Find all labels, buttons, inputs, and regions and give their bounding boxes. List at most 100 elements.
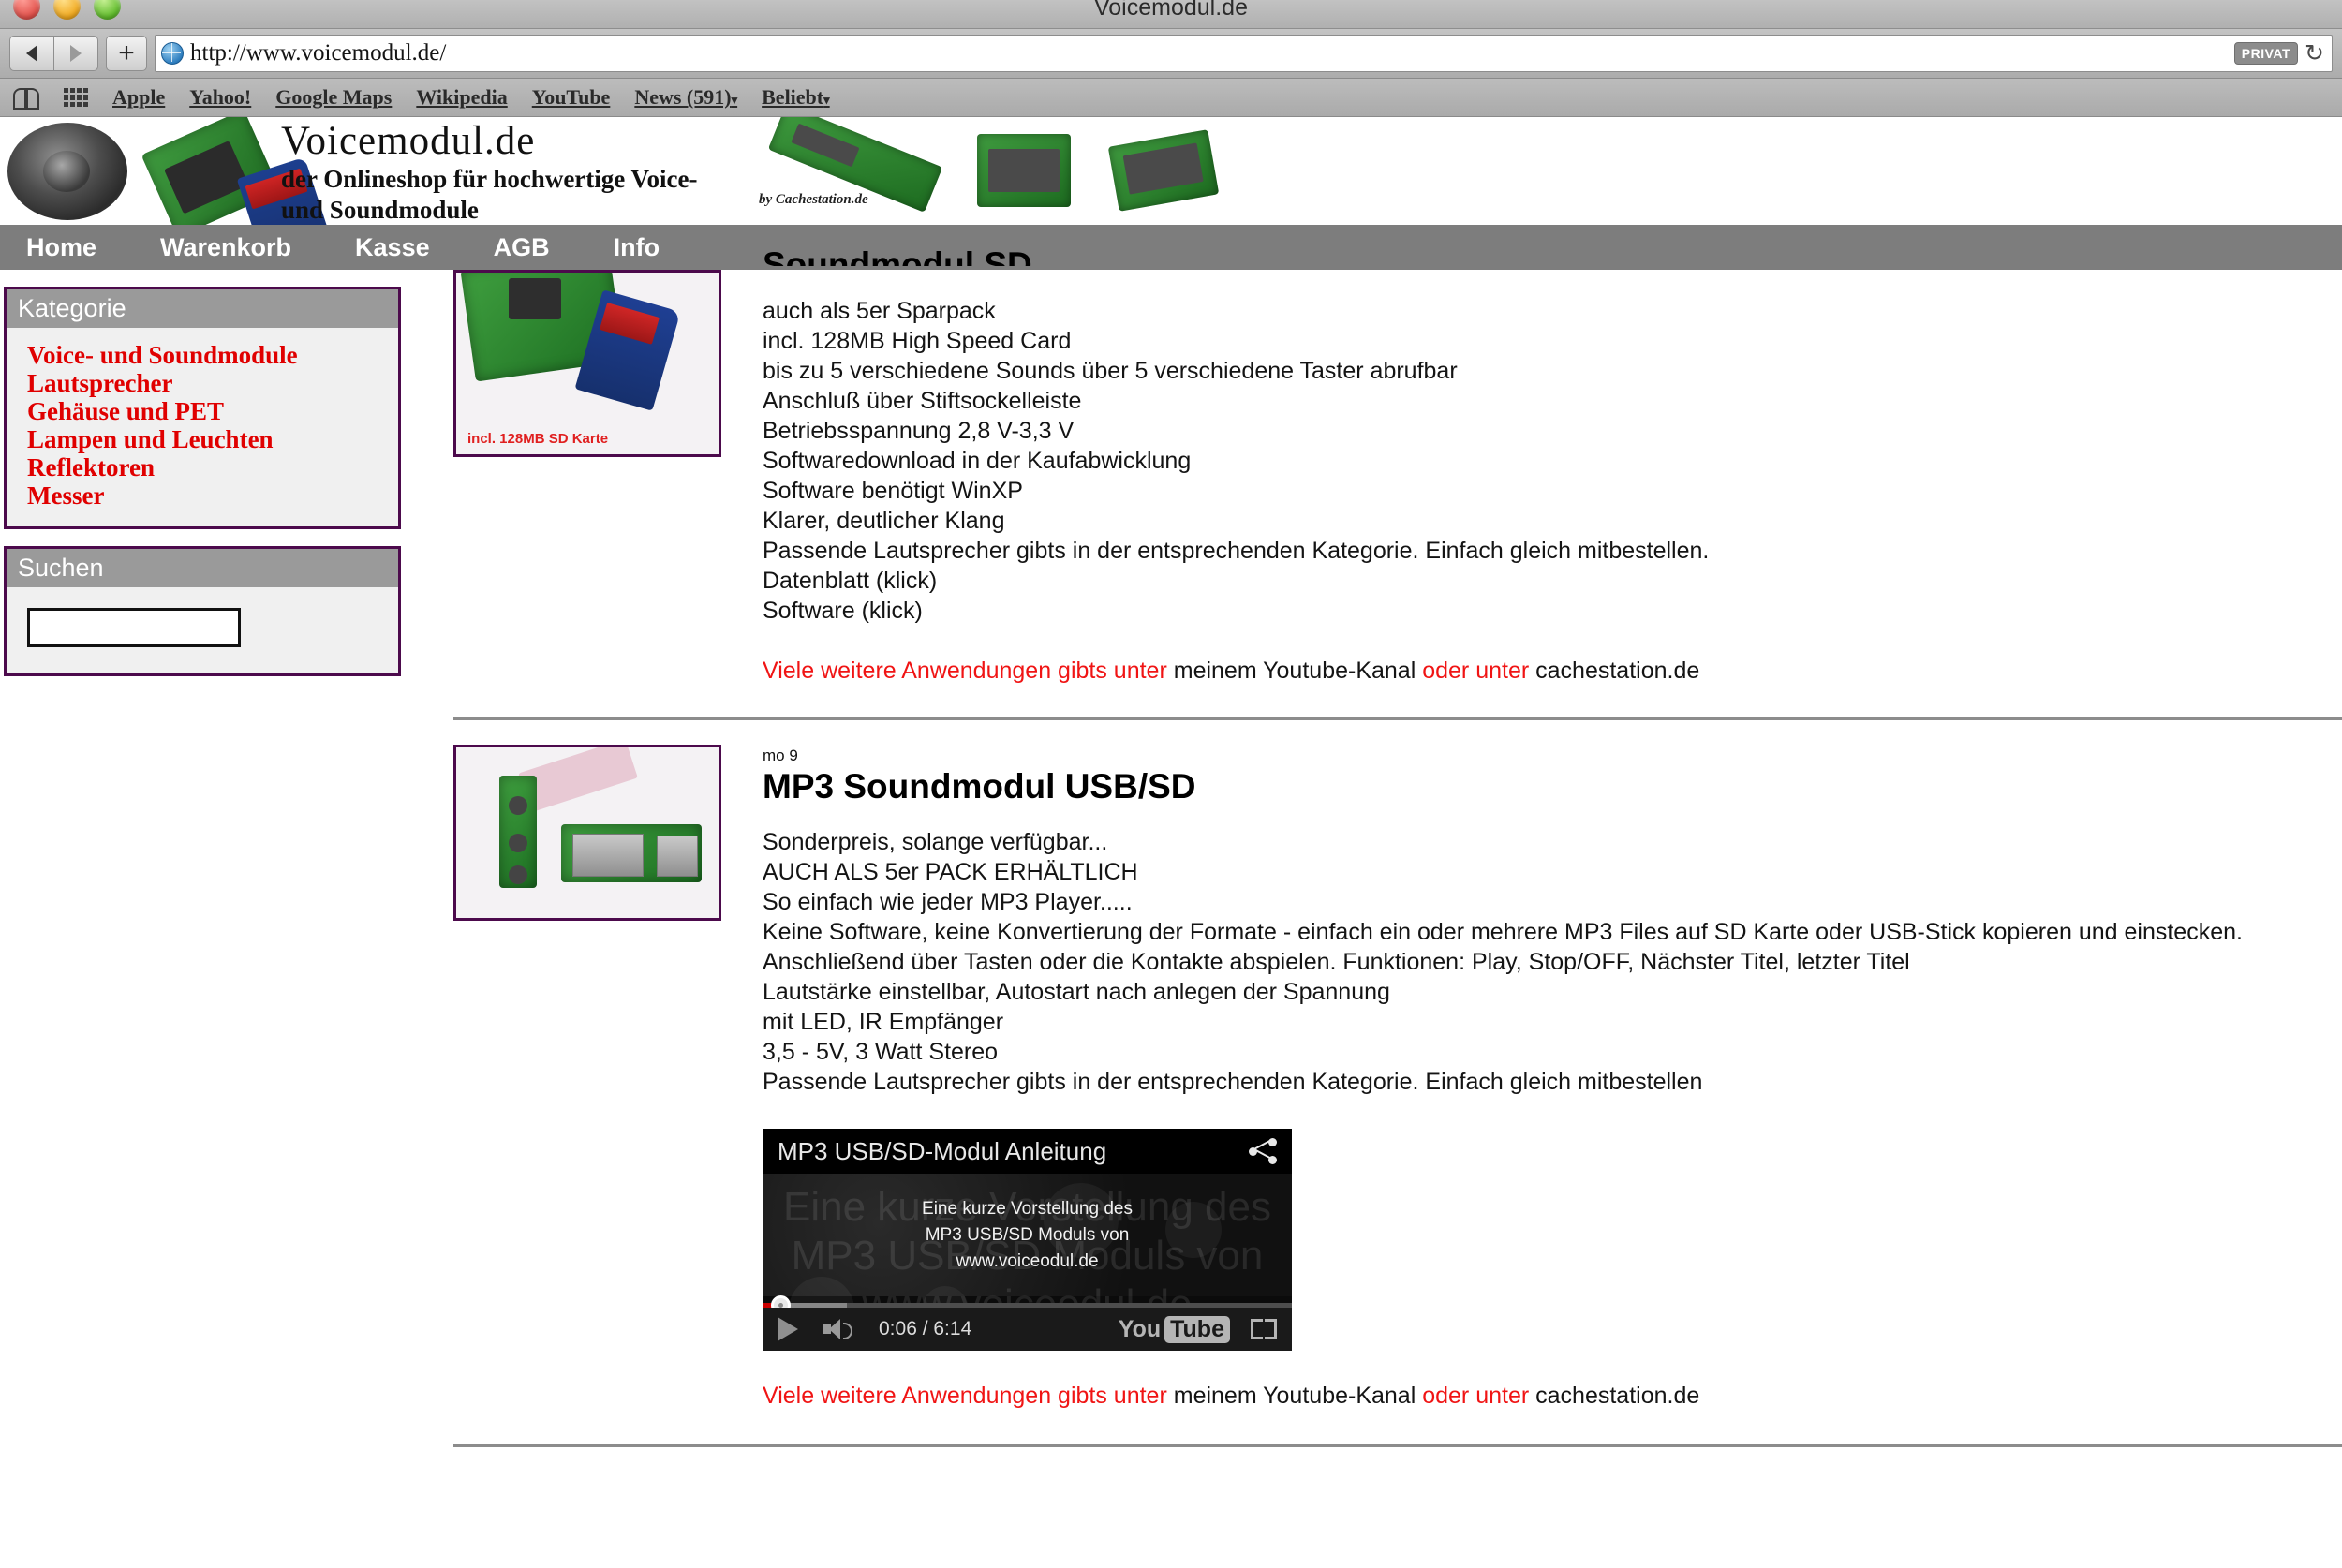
forward-button[interactable] bbox=[53, 36, 98, 71]
youtube-logo-icon[interactable]: You Tube bbox=[1118, 1315, 1230, 1343]
product-description-mp3-soundmodul: mo 9 MP3 Soundmodul USB/SD Sonderpreis, … bbox=[763, 745, 2342, 1411]
sidebar-item-voice-und-soundmodule[interactable]: Voice- und Soundmodule bbox=[27, 341, 381, 369]
search-panel: Suchen bbox=[4, 546, 401, 676]
speaker-photo bbox=[7, 123, 127, 220]
category-panel: Kategorie Voice- und Soundmodule Lautspr… bbox=[4, 287, 401, 529]
oder-unter-link[interactable]: oder unter bbox=[1422, 1383, 1529, 1409]
bookmark-wikipedia[interactable]: Wikipedia bbox=[416, 85, 507, 110]
chevron-down-icon: ▾ bbox=[731, 93, 738, 107]
window-title: Voicemodul.de bbox=[1093, 0, 1248, 21]
chevron-down-icon: ▾ bbox=[823, 93, 830, 107]
product-image-soundmodul-sd[interactable]: incl. 128MB SD Karte bbox=[453, 270, 721, 457]
caption-line1: Eine kurze Vorstellung des bbox=[922, 1198, 1133, 1219]
product-spec-line: AUCH ALS 5er PACK ERHÄLTLICH bbox=[763, 859, 1138, 885]
module-photo-3 bbox=[1107, 129, 1220, 212]
bookmark-label: YouTube bbox=[531, 85, 611, 109]
bookmark-label: Google Maps bbox=[275, 85, 393, 109]
nav-item-info[interactable]: Info bbox=[614, 233, 695, 262]
youtube-promo-line: Viele weitere Anwendungen gibts unter me… bbox=[763, 656, 2342, 686]
module-photo-2 bbox=[977, 134, 1071, 207]
nav-item-kasse[interactable]: Kasse bbox=[355, 233, 466, 262]
share-icon[interactable] bbox=[1249, 1138, 1277, 1164]
bookmark-label: Beliebt bbox=[762, 85, 824, 109]
private-badge: PRIVAT bbox=[2233, 42, 2299, 65]
nav-item-warenkorb[interactable]: Warenkorb bbox=[160, 233, 327, 262]
nav-item-agb[interactable]: AGB bbox=[494, 233, 586, 262]
page-title: Soundmodul SD bbox=[763, 245, 1032, 266]
globe-icon bbox=[161, 42, 184, 65]
bookmark-label: Wikipedia bbox=[416, 85, 508, 109]
bookmark-label: Apple bbox=[112, 85, 166, 109]
article-number: mo 9 bbox=[763, 747, 798, 764]
new-tab-button[interactable]: + bbox=[106, 36, 147, 71]
video-time-display: 0:06 / 6:14 bbox=[879, 1318, 972, 1339]
nav-button-group bbox=[9, 36, 98, 71]
window-titlebar: Voicemodul.de bbox=[0, 0, 2342, 29]
anwendungen-link[interactable]: Viele weitere Anwendungen gibts unter bbox=[763, 658, 1167, 684]
product-mp3-soundmodul-usb-sd: mo 9 MP3 Soundmodul USB/SD Sonderpreis, … bbox=[401, 720, 2342, 1411]
nav-item-home[interactable]: Home bbox=[26, 233, 132, 262]
anwendungen-link[interactable]: Viele weitere Anwendungen gibts unter bbox=[763, 1383, 1167, 1409]
search-input[interactable] bbox=[27, 608, 241, 647]
product-spec-line: Lautstärke einstellbar, Autostart nach a… bbox=[763, 979, 1390, 1005]
search-panel-title: Suchen bbox=[7, 549, 398, 587]
bookmark-youtube[interactable]: YouTube bbox=[532, 85, 611, 110]
product-soundmodul-sd: incl. 128MB SD Karte Soundmodul SD auch … bbox=[401, 245, 2342, 686]
logo-title: Voicemodul.de bbox=[281, 119, 536, 163]
bookmark-beliebt[interactable]: Beliebt▾ bbox=[762, 85, 830, 110]
youtube-logo-tube: Tube bbox=[1164, 1315, 1230, 1343]
page-content: Voicemodul.de der Onlineshop für hochwer… bbox=[0, 117, 2342, 1447]
product-spec-line: bis zu 5 verschiedene Sounds über 5 vers… bbox=[763, 358, 1458, 384]
product-spec-line: Sonderpreis, solange verfügbar... bbox=[763, 829, 1108, 855]
book-icon[interactable] bbox=[13, 88, 39, 110]
sidebar-item-lautsprecher[interactable]: Lautsprecher bbox=[27, 369, 381, 397]
oder-unter-link[interactable]: oder unter bbox=[1422, 658, 1529, 684]
youtube-kanal-text: meinem Youtube-Kanal bbox=[1166, 1383, 1423, 1409]
datenblatt-link[interactable]: Datenblatt (klick) bbox=[763, 566, 2342, 596]
cachestation-text: cachestation.de bbox=[1529, 1383, 1700, 1409]
youtube-kanal-text: meinem Youtube-Kanal bbox=[1166, 658, 1423, 684]
video-titlebar: MP3 USB/SD-Modul Anleitung bbox=[763, 1129, 1292, 1174]
category-list: Voice- und Soundmodule Lautsprecher Gehä… bbox=[7, 328, 398, 526]
address-bar[interactable]: http://www.voicemodul.de/ PRIVAT ↻ bbox=[155, 35, 2333, 72]
sidebar: Kategorie Voice- und Soundmodule Lautspr… bbox=[0, 270, 401, 693]
sidebar-item-gehaeuse-und-pet[interactable]: Gehäuse und PET bbox=[27, 397, 381, 425]
fullscreen-icon[interactable] bbox=[1251, 1319, 1277, 1339]
sidebar-item-lampen-und-leuchten[interactable]: Lampen und Leuchten bbox=[27, 425, 381, 453]
browser-toolbar: + http://www.voicemodul.de/ PRIVAT ↻ bbox=[0, 29, 2342, 79]
reload-icon[interactable]: ↻ bbox=[2305, 39, 2326, 67]
youtube-logo-you: You bbox=[1118, 1315, 1162, 1342]
caption-line2: MP3 USB/SD Moduls von bbox=[925, 1224, 1130, 1245]
logo-credit: by Cachestation.de bbox=[759, 192, 868, 207]
bookmark-news[interactable]: News (591)▾ bbox=[634, 85, 737, 110]
volume-icon[interactable] bbox=[823, 1319, 854, 1339]
url-text: http://www.voicemodul.de/ bbox=[190, 40, 447, 66]
youtube-video-player[interactable]: MP3 USB/SD-Modul Anleitung Eine kurze Vo… bbox=[763, 1129, 1292, 1351]
section-divider-bottom bbox=[453, 1444, 2342, 1447]
play-icon[interactable] bbox=[778, 1317, 798, 1341]
bookmark-apple[interactable]: Apple bbox=[112, 85, 165, 110]
bookmark-yahoo[interactable]: Yahoo! bbox=[189, 85, 251, 110]
product-spec-line: Anschluß über Stiftsockelleiste bbox=[763, 388, 1082, 414]
sidebar-item-reflektoren[interactable]: Reflektoren bbox=[27, 453, 381, 481]
video-title: MP3 USB/SD-Modul Anleitung bbox=[778, 1136, 1107, 1165]
forward-arrow-icon bbox=[70, 45, 82, 62]
logo-subtitle-line2: und Soundmodule bbox=[281, 196, 479, 224]
back-button[interactable] bbox=[9, 36, 53, 71]
bookmark-google-maps[interactable]: Google Maps bbox=[275, 85, 392, 110]
back-arrow-icon bbox=[26, 45, 37, 62]
product-spec-line: Passende Lautsprecher gibts in der entsp… bbox=[763, 1069, 1703, 1095]
product-image-mp3-soundmodul[interactable] bbox=[453, 745, 721, 921]
search-panel-body bbox=[7, 587, 398, 673]
video-stage[interactable]: Eine kurze Vorstellung des MP3 USB/SD Mo… bbox=[763, 1174, 1292, 1342]
sidebar-item-messer[interactable]: Messer bbox=[27, 481, 381, 510]
product-spec-line: So einfach wie jeder MP3 Player..... bbox=[763, 889, 1133, 915]
main-content: incl. 128MB SD Karte Soundmodul SD auch … bbox=[401, 245, 2342, 1447]
site-banner: Voicemodul.de der Onlineshop für hochwer… bbox=[0, 117, 2342, 225]
product-title: MP3 Soundmodul USB/SD bbox=[763, 767, 1196, 806]
grid-icon[interactable] bbox=[64, 88, 88, 107]
product-description-soundmodul-sd: Soundmodul SD auch als 5er Sparpack incl… bbox=[763, 245, 2342, 686]
software-link[interactable]: Software (klick) bbox=[763, 596, 2342, 626]
product-spec-line: Anschließend über Tasten oder die Kontak… bbox=[763, 949, 1910, 975]
product-spec-line: Klarer, deutlicher Klang bbox=[763, 508, 1005, 534]
